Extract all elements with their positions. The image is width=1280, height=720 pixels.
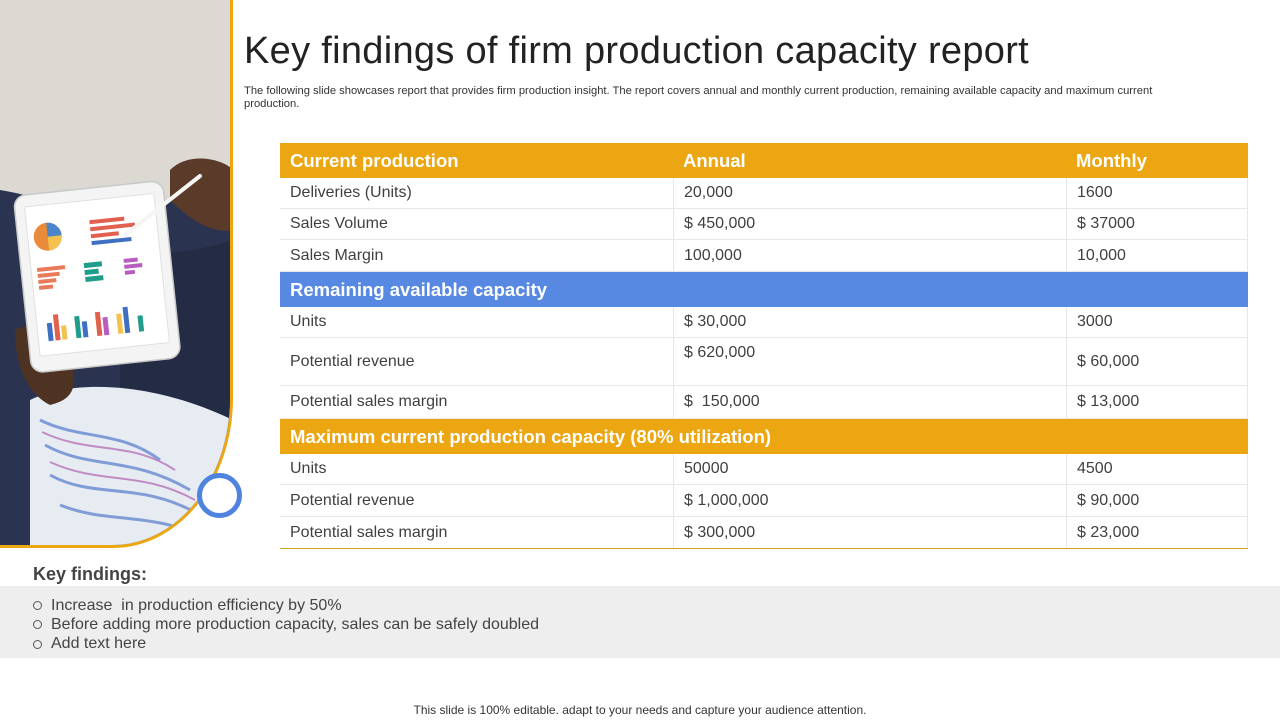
key-findings-list: Increase in production efficiency by 50%… <box>0 586 1280 658</box>
page-subtitle: The following slide showcases report tha… <box>244 85 1153 110</box>
circle-bullet-icon <box>33 601 42 611</box>
monthly-value: $ 37000 <box>1066 209 1248 239</box>
annual-value: 50000 <box>673 454 1066 484</box>
production-table: Current production Annual Monthly Delive… <box>280 143 1248 549</box>
page-title: Key findings of firm production capacity… <box>244 30 1030 72</box>
section-title: Maximum current production capacity (80%… <box>290 425 772 447</box>
row-label: Potential sales margin <box>290 523 448 541</box>
section-remaining-capacity: Remaining available capacity <box>280 272 1248 307</box>
monthly-value: 10,000 <box>1066 240 1248 271</box>
table-header-row: Current production Annual Monthly <box>280 143 1248 178</box>
table-row: Sales Volume $ 450,000 $ 37000 <box>280 209 1248 240</box>
monthly-value: 1600 <box>1066 178 1248 208</box>
table-row: Potential revenue $ 1,000,000 $ 90,000 <box>280 485 1248 517</box>
section-title: Remaining available capacity <box>290 278 548 300</box>
row-label: Potential revenue <box>290 352 415 370</box>
monthly-value: $ 90,000 <box>1066 485 1248 516</box>
list-item: Increase in production efficiency by 50% <box>0 596 1280 615</box>
table-row: Units 50000 4500 <box>280 454 1248 485</box>
annual-value: $ 300,000 <box>673 517 1066 548</box>
decorative-ring <box>197 473 242 518</box>
circle-bullet-icon <box>33 620 42 630</box>
monthly-value: 3000 <box>1066 307 1248 337</box>
row-label: Units <box>290 313 327 330</box>
header-annual: Annual <box>683 149 746 171</box>
row-label: Sales Margin <box>290 246 384 264</box>
footer-note: This slide is 100% editable. adapt to yo… <box>413 703 867 717</box>
table-row: Potential sales margin $ 300,000 $ 23,00… <box>280 517 1248 549</box>
tablet-illustration <box>0 0 230 545</box>
monthly-value: $ 23,000 <box>1066 517 1248 548</box>
finding-text: Increase in production efficiency by 50% <box>51 596 342 614</box>
row-label: Potential sales margin <box>290 393 448 410</box>
monthly-value: $ 13,000 <box>1066 386 1248 418</box>
finding-text: Before adding more production capacity, … <box>51 615 540 633</box>
row-label: Potential revenue <box>290 491 415 509</box>
table-row: Sales Margin 100,000 10,000 <box>280 240 1248 272</box>
row-label: Units <box>290 460 327 477</box>
monthly-value: 4500 <box>1066 454 1248 484</box>
row-label: Sales Volume <box>290 215 388 232</box>
annual-value: 20,000 <box>673 178 1066 208</box>
annual-value: $ 150,000 <box>673 386 1066 418</box>
header-monthly: Monthly <box>1076 149 1147 171</box>
table-row: Deliveries (Units) 20,000 1600 <box>280 178 1248 209</box>
table-row: Potential revenue $ 620,000 $ 60,000 <box>280 338 1248 386</box>
header-current-production: Current production <box>290 149 459 171</box>
annual-value: $ 30,000 <box>673 307 1066 337</box>
annual-value: 100,000 <box>673 240 1066 271</box>
circle-bullet-icon <box>33 639 42 649</box>
finding-text: Add text here <box>51 635 147 653</box>
annual-value: $ 1,000,000 <box>673 485 1066 516</box>
table-row: Units $ 30,000 3000 <box>280 307 1248 338</box>
tablet-photo <box>0 0 233 548</box>
list-item: Before adding more production capacity, … <box>0 615 1280 634</box>
key-findings-title: Key findings: <box>33 564 148 584</box>
section-maximum-capacity: Maximum current production capacity (80%… <box>280 419 1248 454</box>
monthly-value: $ 60,000 <box>1066 338 1248 385</box>
list-item: Add text here <box>0 635 1280 654</box>
table-row: Potential sales margin $ 150,000 $ 13,00… <box>280 386 1248 419</box>
annual-value: $ 620,000 <box>673 338 1066 385</box>
row-label: Deliveries (Units) <box>290 184 412 201</box>
annual-value: $ 450,000 <box>673 209 1066 239</box>
